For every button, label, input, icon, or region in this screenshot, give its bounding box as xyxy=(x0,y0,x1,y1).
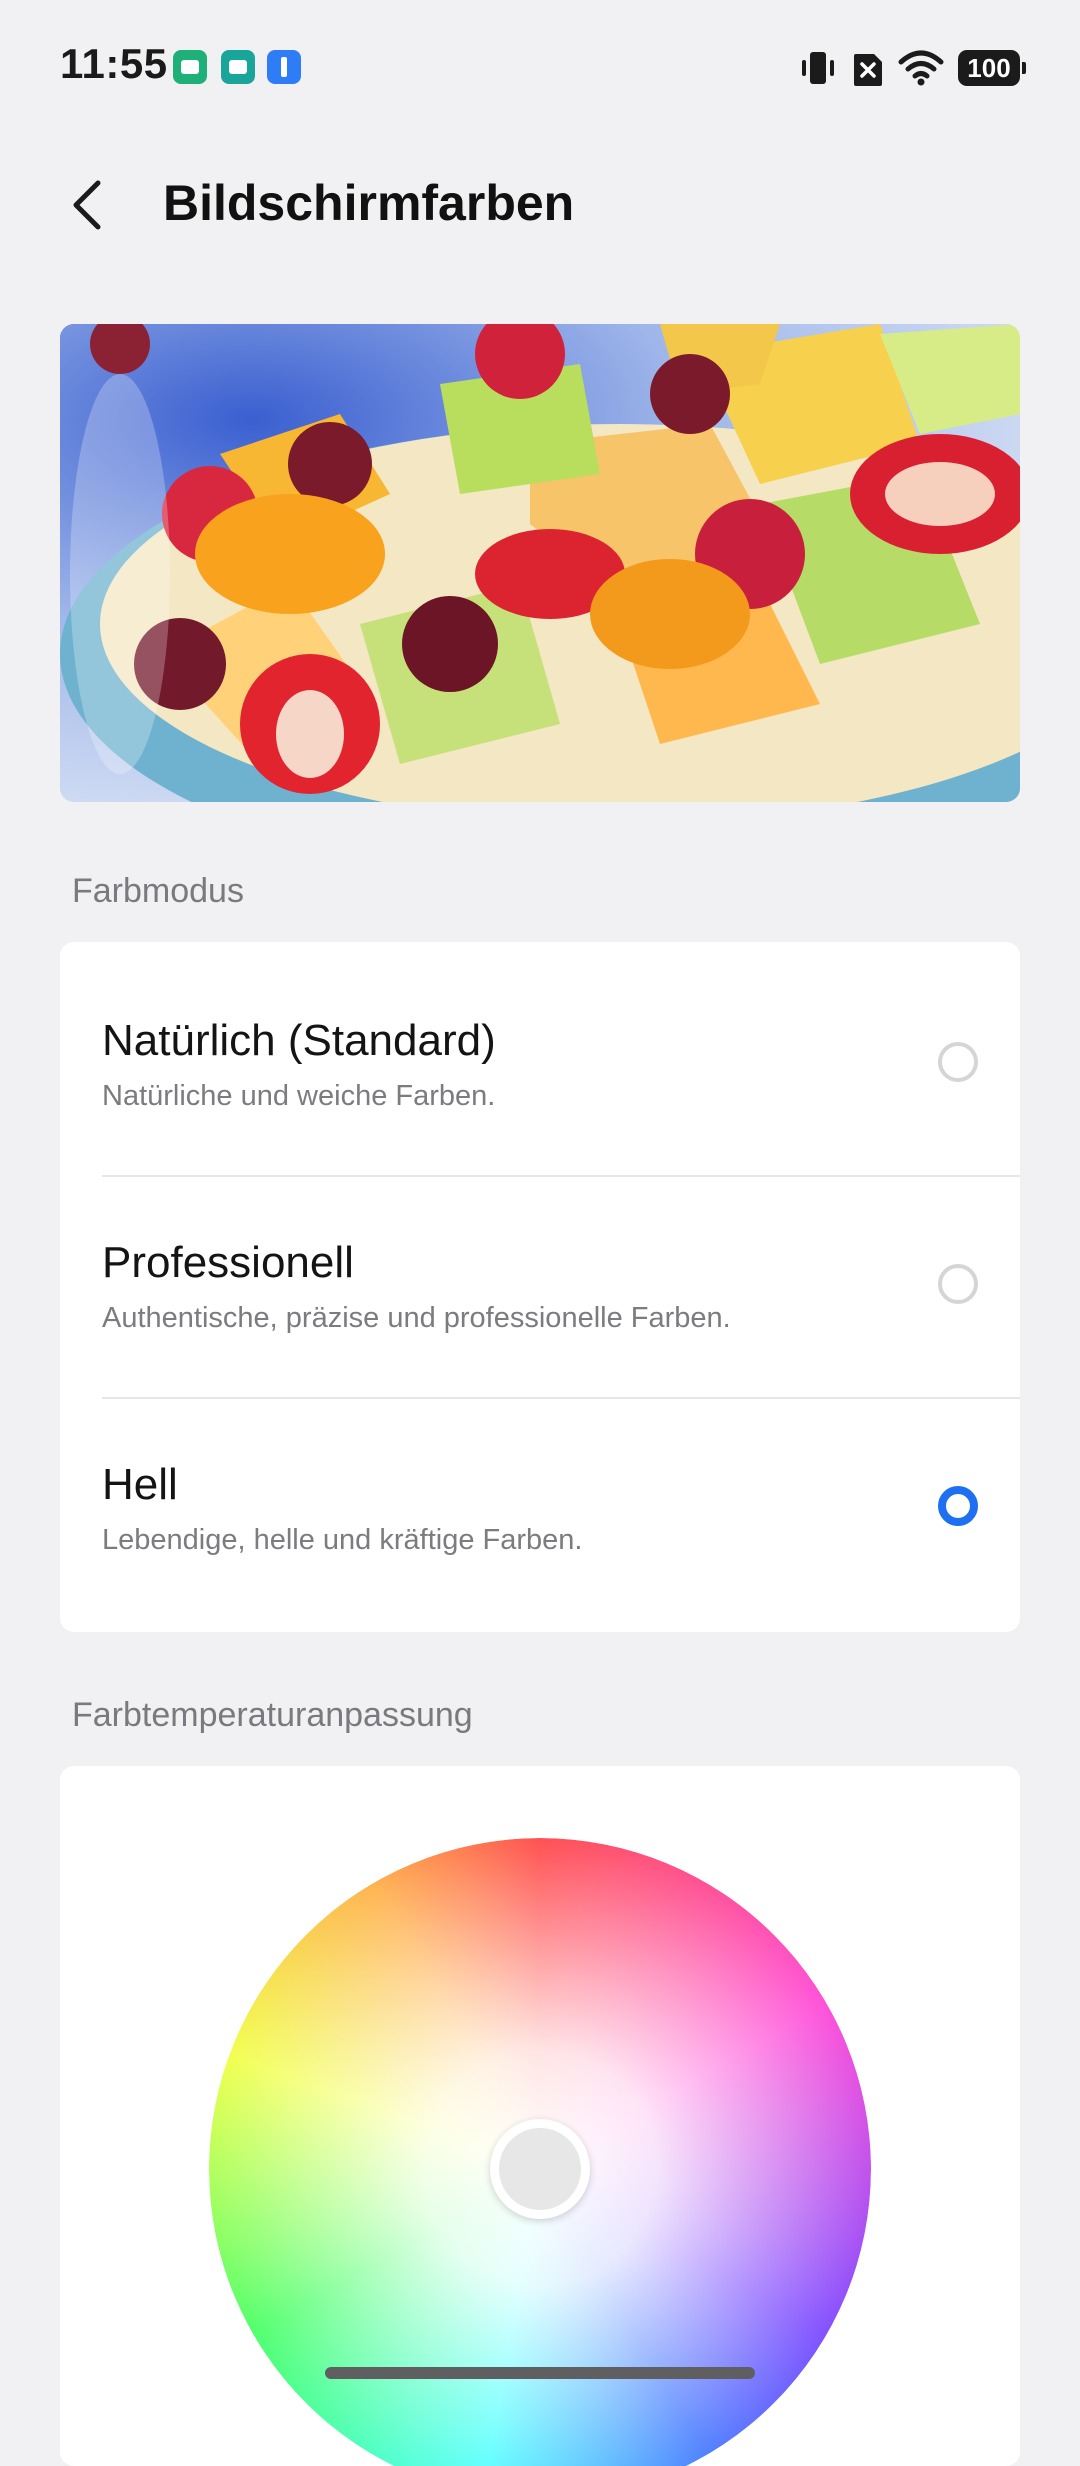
preview-image xyxy=(60,324,1020,802)
option-description: Natürliche und weiche Farben. xyxy=(102,1080,496,1112)
option-title: Natürlich (Standard) xyxy=(102,1016,496,1065)
notification-app-icon xyxy=(173,50,207,84)
color-mode-card: Natürlich (Standard) Natürliche und weic… xyxy=(60,942,1020,1632)
radio-natural[interactable] xyxy=(938,1042,978,1082)
option-description: Authentische, präzise und professionelle… xyxy=(102,1302,731,1334)
status-time: 11:55 xyxy=(60,40,168,87)
color-temperature-card xyxy=(60,1766,1020,2466)
option-professional[interactable]: Professionell Authentische, präzise und … xyxy=(60,1176,1020,1398)
color-wheel-handle[interactable] xyxy=(490,2119,590,2219)
option-description: Lebendige, helle und kräftige Farben. xyxy=(102,1524,583,1556)
usb-icon xyxy=(267,50,301,84)
notification-screen-icon xyxy=(221,50,255,84)
status-bar: 11:55 100 xyxy=(0,0,1080,130)
option-natural[interactable]: Natürlich (Standard) Natürliche und weic… xyxy=(60,942,1020,1164)
radio-bright[interactable] xyxy=(938,1486,978,1526)
fruit-bowl-illustration xyxy=(60,324,1020,802)
no-sim-icon xyxy=(854,54,882,86)
color-mode-label: Farbmodus xyxy=(72,872,244,910)
battery-indicator: 100 xyxy=(958,50,1026,86)
back-button[interactable] xyxy=(56,170,120,240)
option-bright[interactable]: Hell Lebendige, helle und kräftige Farbe… xyxy=(60,1398,1020,1620)
option-title: Hell xyxy=(102,1460,178,1509)
vibrate-icon xyxy=(802,52,834,84)
color-temperature-label: Farbtemperaturanpassung xyxy=(72,1696,473,1734)
wifi-icon xyxy=(898,50,944,86)
back-arrow-icon xyxy=(73,180,101,230)
option-title: Professionell xyxy=(102,1238,354,1287)
page-title: Bildschirmfarben xyxy=(163,175,575,231)
radio-professional[interactable] xyxy=(938,1264,978,1304)
header: Bildschirmfarben xyxy=(0,150,1080,260)
home-indicator[interactable] xyxy=(325,2367,755,2379)
